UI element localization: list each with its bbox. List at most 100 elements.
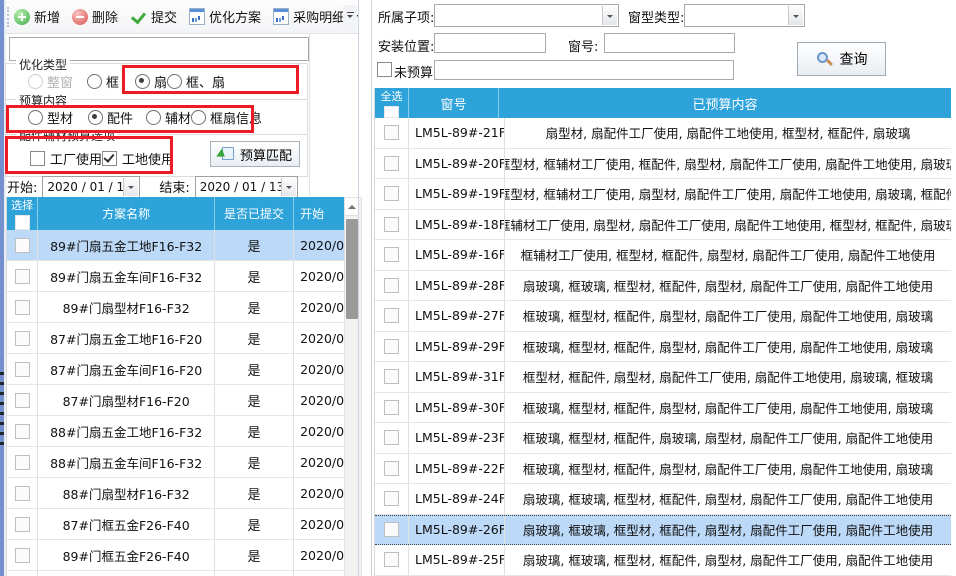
toolbar-button[interactable]: 提交 [130,7,177,26]
row-checkbox[interactable] [384,247,399,262]
scheme-table-row[interactable]: 88#门框五金F21-F40 是 2020/0 [7,571,345,576]
radio-option[interactable]: 整窗 [28,72,73,91]
row-checkbox[interactable] [384,308,399,323]
window-budget-row[interactable]: LM5L-89#-28F26 扇玻璃, 框玻璃, 框型材, 框配件, 扇型材, … [375,271,951,302]
radio-option[interactable]: 框 [87,72,119,91]
toolbar-grip[interactable] [7,7,9,27]
install-position-input[interactable] [434,33,546,53]
select-all-checkbox[interactable] [15,215,30,230]
start-date-dropdown-icon[interactable] [123,178,138,196]
window-budget-row[interactable]: LM5L-89#-23F21 框玻璃, 框型材, 框配件, 扇玻璃, 扇型材, … [375,423,951,454]
toolbar-overflow-button[interactable] [343,5,357,27]
checkbox-option[interactable]: 工地使用 [102,149,174,168]
scheme-table-scrollbar[interactable] [344,197,362,576]
scheme-table-row[interactable]: 89#门扇五金工地F16-F32 是 2020/0 [7,230,345,261]
scheme-table-row[interactable]: 87#门扇五金车间F16-F20 是 2020/0 [7,354,345,385]
row-checkbox[interactable] [384,522,399,537]
end-date-dropdown-icon[interactable] [281,178,296,196]
toolbar-button[interactable]: 优化方案 [189,7,261,26]
scheme-table-row[interactable]: 89#门扇五金车间F16-F32 是 2020/0 [7,261,345,292]
row-checkbox[interactable] [384,461,399,476]
window-budget-row[interactable]: LM5L-89#-25F23 扇玻璃, 框玻璃, 框型材, 框配件, 扇型材, … [375,545,951,576]
window-type-combobox[interactable] [684,4,805,27]
window-budget-row[interactable]: LM5L-89#-20F18 框型材, 框辅材工厂使用, 框配件, 扇型材, 扇… [375,149,951,180]
budgeted-content-cell: 框型材, 框辅材工厂使用, 框配件, 扇型材, 扇配件工厂使用, 扇配件工地使用… [505,149,951,179]
toolbar-button[interactable]: 新增 [14,7,60,26]
row-checkbox[interactable] [384,217,399,232]
sub-item-combobox[interactable] [434,4,619,27]
row-checkbox[interactable] [384,156,399,171]
budgeted-content-column-header[interactable]: 已预算内容 [499,88,951,118]
window-no-input[interactable] [604,33,735,53]
row-checkbox[interactable] [384,491,399,506]
window-budget-row[interactable]: LM5L-89#-30F28 框玻璃, 框型材, 框配件, 扇型材, 扇配件工厂… [375,393,951,424]
toolbar-button[interactable]: 删除 [72,7,118,26]
window-budget-row[interactable]: LM5L-89#-19F17 框型材, 框辅材工厂使用, 扇型材, 扇配件工厂使… [375,179,951,210]
radio-option[interactable]: 框扇信息 [191,108,262,127]
submitted-column-header[interactable]: 是否已提交 [215,197,294,230]
radio-option[interactable]: 框、扇 [167,72,225,91]
scheme-table-row[interactable]: 89#门扇型材F16-F32 是 2020/0 [7,292,345,323]
scheme-name-column-header[interactable]: 方案名称 [38,197,215,230]
window-budget-row[interactable]: LM5L-89#-31F29 框型材, 框配件, 扇型材, 扇配件工厂使用, 扇… [375,362,951,393]
window-budget-row[interactable]: LM5L-89#-29F27 框玻璃, 框型材, 框配件, 扇型材, 扇配件工厂… [375,332,951,363]
scheme-table-row[interactable]: 87#门扇五金工地F16-F20 是 2020/0 [7,323,345,354]
window-budget-row[interactable]: LM5L-89#-26F24 扇玻璃, 框玻璃, 框型材, 框配件, 扇型材, … [375,515,951,546]
start-date-picker[interactable]: 2020 / 01 / 1 [42,176,140,198]
row-checkbox[interactable] [15,238,30,253]
row-checkbox[interactable] [15,455,30,470]
right-panel: 所属子项: 窗型类型: 安装位置: 窗号: 查询 未预算: 全选 [372,0,956,576]
sub-item-dropdown-icon[interactable] [602,6,617,25]
radio-label: 辅材 [165,108,191,127]
row-checkbox[interactable] [384,278,399,293]
scrollbar-up-arrow[interactable] [345,198,359,216]
checkbox-option[interactable]: 工厂使用 [30,149,102,168]
row-checkbox[interactable] [15,362,30,377]
row-checkbox[interactable] [15,300,30,315]
row-checkbox[interactable] [15,486,30,501]
scheme-table-row[interactable]: 88#门扇型材F16-F32 是 2020/0 [7,478,345,509]
radio-option[interactable]: 配件 [88,108,133,127]
radio-option[interactable]: 辅材 [146,108,191,127]
scheme-table-row[interactable]: 88#门扇五金工地F16-F32 是 2020/0 [7,416,345,447]
row-checkbox[interactable] [384,125,399,140]
window-budget-row[interactable]: LM5L-89#-27F25 框玻璃, 框型材, 框配件, 扇型材, 扇配件工厂… [375,301,951,332]
row-checkbox[interactable] [384,369,399,384]
row-checkbox[interactable] [384,552,399,567]
row-checkbox[interactable] [384,339,399,354]
row-select-cell [7,261,38,291]
window-budget-row[interactable]: LM5L-89#-16F15 框辅材工厂使用, 框型材, 框配件, 扇型材, 扇… [375,240,951,271]
row-checkbox[interactable] [384,430,399,445]
radio-icon [191,110,206,125]
scheme-table-row[interactable]: 88#门扇五金车间F16-F32 是 2020/0 [7,447,345,478]
row-checkbox[interactable] [384,400,399,415]
scheme-table-row[interactable]: 89#门框五金F26-F40 是 2020/0 [7,540,345,571]
splitter-grip-marks[interactable] [0,372,4,446]
row-checkbox[interactable] [15,269,30,284]
end-date-picker[interactable]: 2020 / 01 / 13 [195,176,298,198]
window-budget-row[interactable]: LM5L-89#-21F19 扇型材, 扇配件工厂使用, 扇配件工地使用, 框型… [375,118,951,149]
select-all-checkbox[interactable] [384,106,399,118]
not-budgeted-input[interactable] [434,60,734,80]
window-no-column-header[interactable]: 窗号 [409,88,499,118]
radio-option[interactable]: 扇 [135,72,167,91]
row-checkbox[interactable] [15,517,30,532]
row-checkbox[interactable] [15,424,30,439]
row-checkbox[interactable] [384,186,399,201]
start-column-header[interactable]: 开始 [294,197,345,230]
scrollbar-thumb[interactable] [346,219,358,319]
radio-option[interactable]: 型材 [28,108,73,127]
scheme-table-row[interactable]: 87#门框五金F26-F40 是 2020/0 [7,509,345,540]
not-budgeted-checkbox[interactable] [377,62,392,77]
window-budget-row[interactable]: LM5L-89#-24F22 扇玻璃, 框玻璃, 框型材, 框配件, 扇型材, … [375,484,951,515]
budget-match-button[interactable]: 预算匹配 [210,141,300,167]
scheme-table-row[interactable]: 87#门扇型材F16-F20 是 2020/0 [7,385,345,416]
row-checkbox[interactable] [15,548,30,563]
window-budget-row[interactable]: LM5L-89#-18F16 框辅材工厂使用, 扇型材, 扇配件工厂使用, 扇配… [375,210,951,241]
row-checkbox[interactable] [15,393,30,408]
window-type-dropdown-icon[interactable] [788,6,803,25]
window-budget-row[interactable]: LM5L-89#-22F20 框玻璃, 框型材, 框配件, 扇型材, 扇配件工厂… [375,454,951,485]
radio-icon [28,110,43,125]
query-button[interactable]: 查询 [797,42,886,76]
row-checkbox[interactable] [15,331,30,346]
